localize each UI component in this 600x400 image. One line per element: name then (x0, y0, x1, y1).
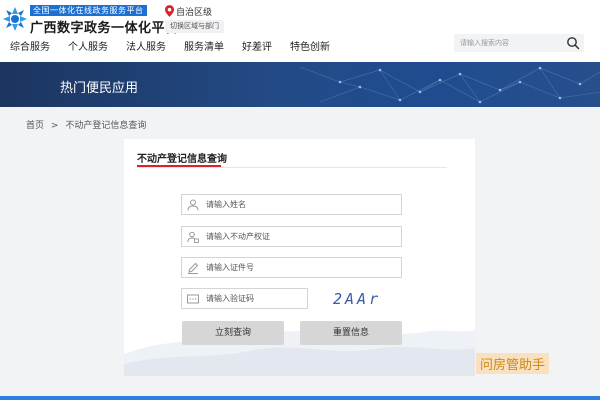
footer-bar (0, 396, 600, 400)
captcha-field (181, 288, 308, 309)
submit-query-button[interactable]: 立刻查询 (182, 321, 284, 345)
watermark-badge: 问房管助手 (476, 353, 550, 374)
user-icon (187, 199, 199, 211)
search-input[interactable] (454, 34, 560, 52)
title-divider (137, 167, 447, 168)
switch-region-button[interactable]: 切换区域与部门 (165, 20, 224, 33)
region-name: 自治区级 (176, 8, 213, 18)
nav-item-service-list[interactable]: 服务清单 (184, 42, 224, 54)
search-icon[interactable] (566, 36, 580, 50)
search-box (454, 34, 584, 52)
nav-item-innovation[interactable]: 特色创新 (290, 42, 330, 54)
site-header: 全国一体化在线政务服务平台 广西数字政务一体化平台 自治区级 切换区域与部门 综… (0, 0, 600, 62)
gov-logo-icon[interactable] (2, 6, 28, 32)
platform-tagline: 全国一体化在线政务服务平台 (30, 5, 147, 16)
hero-banner: 热门便民应用 (0, 62, 600, 107)
title-underline (137, 165, 221, 167)
captcha-image[interactable]: 2AAr (333, 290, 381, 308)
certificate-field (181, 226, 402, 247)
certificate-user-icon (187, 231, 199, 243)
breadcrumb-home-link[interactable]: 首页 (26, 121, 44, 131)
id-number-field (181, 257, 402, 278)
nav-item-personal[interactable]: 个人服务 (68, 42, 108, 54)
captcha-input[interactable] (206, 289, 304, 308)
certificate-input[interactable] (206, 227, 396, 246)
location-pin-icon (165, 5, 174, 17)
platform-title[interactable]: 广西数字政务一体化平台 (30, 17, 179, 36)
nav-item-comprehensive[interactable]: 综合服务 (10, 42, 50, 54)
captcha-icon (187, 294, 199, 304)
reset-button[interactable]: 重置信息 (300, 321, 402, 345)
breadcrumb: 首页 > 不动产登记信息查询 (26, 118, 146, 131)
nav-item-evaluation[interactable]: 好差评 (242, 42, 272, 54)
breadcrumb-separator: > (50, 121, 59, 131)
breadcrumb-current: 不动产登记信息查询 (65, 121, 147, 131)
banner-title: 热门便民应用 (60, 81, 139, 96)
pen-icon (188, 262, 199, 274)
name-field (181, 194, 402, 215)
main-nav: 综合服务 个人服务 法人服务 服务清单 好差评 特色创新 (10, 42, 348, 54)
id-number-input[interactable] (206, 258, 396, 277)
name-input[interactable] (206, 195, 396, 214)
form-title: 不动产登记信息查询 (137, 154, 227, 165)
nav-item-legal-entity[interactable]: 法人服务 (126, 42, 166, 54)
query-card: 不动产登记信息查询 2AAr 立刻查询 重 (124, 139, 475, 376)
